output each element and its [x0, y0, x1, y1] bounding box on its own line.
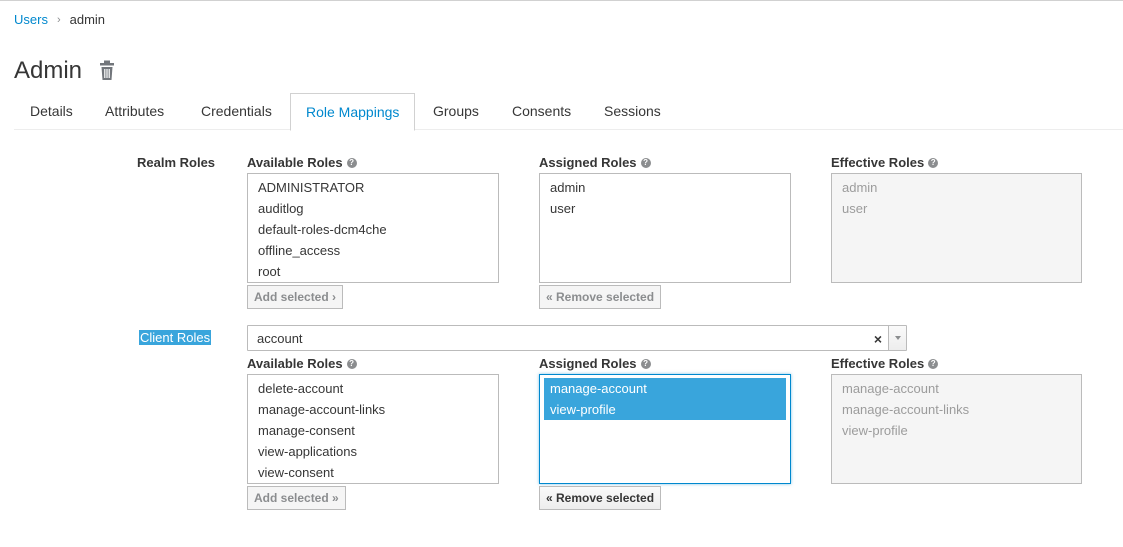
- chevron-down-icon[interactable]: [888, 326, 906, 350]
- list-item[interactable]: admin: [544, 177, 786, 198]
- list-item: manage-account: [842, 381, 939, 396]
- list-item[interactable]: view-profile: [544, 399, 786, 420]
- client-roles-label: Client Roles: [139, 330, 212, 345]
- realm-assigned-header-text: Assigned Roles: [539, 155, 637, 170]
- list-item[interactable]: auditlog: [252, 198, 494, 219]
- tab-details[interactable]: Details: [15, 93, 88, 130]
- list-item: user: [842, 201, 868, 216]
- client-assigned-header: Assigned Roles ?: [539, 356, 651, 371]
- tab-attributes[interactable]: Attributes: [90, 93, 179, 130]
- realm-available-header-text: Available Roles: [247, 155, 343, 170]
- realm-effective-list: admin user: [831, 173, 1082, 283]
- client-assigned-list[interactable]: manage-account view-profile: [539, 374, 791, 484]
- realm-available-header: Available Roles ?: [247, 155, 357, 170]
- tab-bar: Details Attributes Credentials Role Mapp…: [14, 93, 1123, 131]
- breadcrumb: Users › admin: [14, 12, 105, 27]
- list-item[interactable]: delete-account: [252, 378, 494, 399]
- realm-effective-header: Effective Roles ?: [831, 155, 939, 170]
- help-icon[interactable]: ?: [640, 358, 651, 369]
- help-icon[interactable]: ?: [640, 157, 651, 168]
- tab-groups[interactable]: Groups: [418, 93, 494, 130]
- client-available-header-text: Available Roles: [247, 356, 343, 371]
- clear-icon[interactable]: ×: [874, 332, 882, 346]
- client-effective-header-text: Effective Roles: [831, 356, 925, 371]
- help-icon[interactable]: ?: [928, 157, 939, 168]
- realm-remove-selected-button[interactable]: « Remove selected: [539, 285, 662, 309]
- help-icon[interactable]: ?: [928, 358, 939, 369]
- list-item[interactable]: manage-account: [544, 378, 786, 399]
- realm-available-list[interactable]: ADMINISTRATOR auditlog default-roles-dcm…: [247, 173, 499, 283]
- trash-icon[interactable]: [98, 60, 116, 82]
- breadcrumb-separator: ›: [56, 13, 61, 26]
- breadcrumb-current: admin: [69, 12, 106, 27]
- list-item[interactable]: offline_access: [252, 240, 494, 261]
- list-item[interactable]: root: [252, 261, 494, 282]
- client-available-list[interactable]: delete-account manage-account-links mana…: [247, 374, 499, 484]
- client-assigned-header-text: Assigned Roles: [539, 356, 637, 371]
- list-item[interactable]: user: [544, 198, 786, 219]
- tab-credentials[interactable]: Credentials: [186, 93, 287, 130]
- client-available-header: Available Roles ?: [247, 356, 357, 371]
- client-select[interactable]: account ×: [247, 325, 907, 351]
- list-item: view-profile: [842, 423, 908, 438]
- realm-roles-label: Realm Roles: [137, 155, 216, 170]
- list-item: admin: [842, 180, 878, 195]
- client-add-selected-button[interactable]: Add selected »: [247, 486, 346, 510]
- client-effective-list: manage-account manage-account-links view…: [831, 374, 1082, 484]
- tab-role-mappings[interactable]: Role Mappings: [290, 93, 416, 131]
- page-title-row: Admin: [14, 57, 116, 85]
- breadcrumb-users-link[interactable]: Users: [14, 12, 48, 27]
- help-icon[interactable]: ?: [346, 157, 357, 168]
- tab-consents[interactable]: Consents: [497, 93, 586, 130]
- list-item[interactable]: manage-account-links: [252, 399, 494, 420]
- list-item[interactable]: default-roles-dcm4che: [252, 219, 494, 240]
- list-item[interactable]: view-applications: [252, 441, 494, 462]
- realm-effective-header-text: Effective Roles: [831, 155, 925, 170]
- page-title: Admin: [14, 57, 83, 84]
- client-effective-header: Effective Roles ?: [831, 356, 939, 371]
- help-icon[interactable]: ?: [346, 358, 357, 369]
- list-item[interactable]: ADMINISTRATOR: [252, 177, 494, 198]
- realm-assigned-header: Assigned Roles ?: [539, 155, 651, 170]
- list-item[interactable]: view-consent: [252, 462, 494, 483]
- tab-sessions[interactable]: Sessions: [589, 93, 676, 130]
- client-remove-selected-button[interactable]: « Remove selected: [539, 486, 662, 510]
- client-select-value: account: [257, 331, 303, 346]
- realm-assigned-list[interactable]: admin user: [539, 173, 791, 283]
- realm-add-selected-button[interactable]: Add selected ›: [247, 285, 344, 309]
- list-item: manage-account-links: [842, 402, 970, 417]
- list-item[interactable]: manage-consent: [252, 420, 494, 441]
